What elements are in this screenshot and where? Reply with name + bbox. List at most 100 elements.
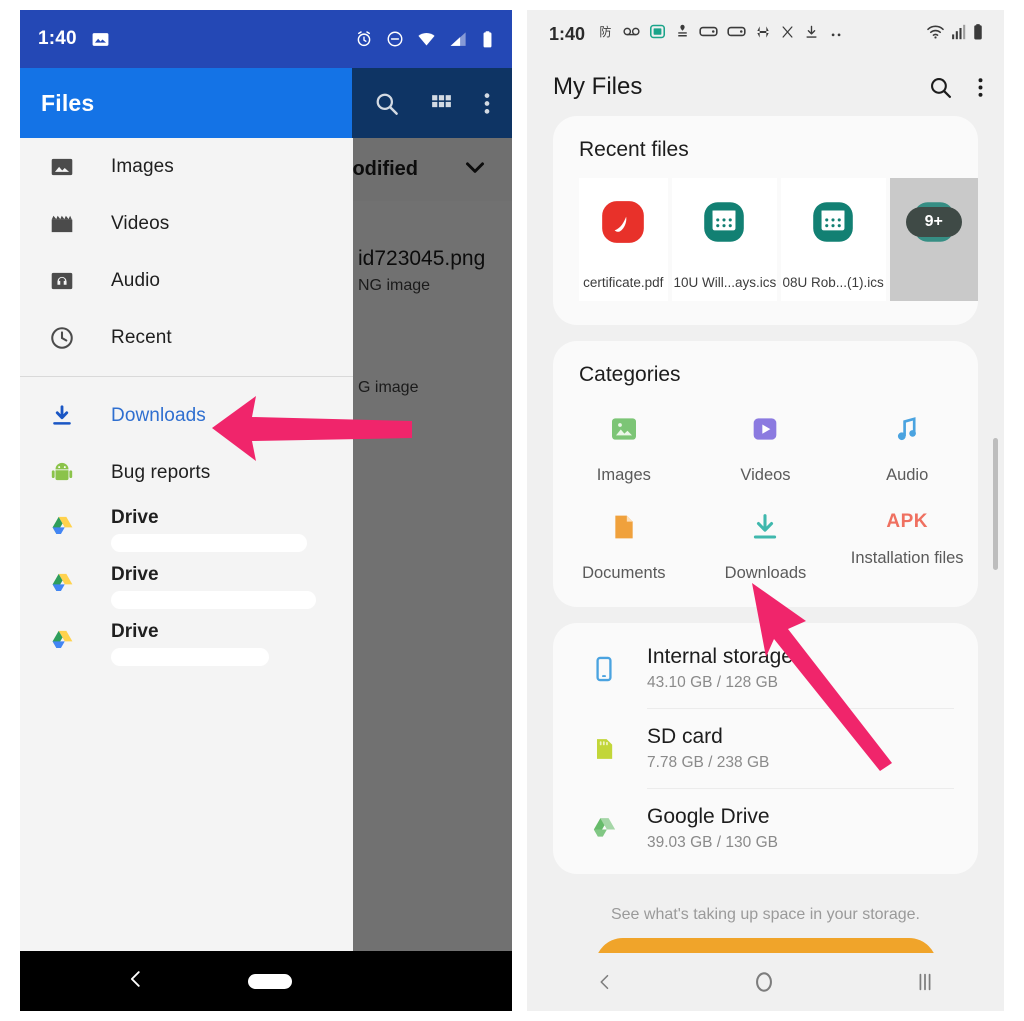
status-time: 1:40 bbox=[38, 28, 77, 50]
storage-note: See what's taking up space in your stora… bbox=[527, 888, 1004, 938]
recents-icon[interactable] bbox=[914, 970, 936, 994]
x-icon bbox=[780, 24, 795, 45]
battery-icon bbox=[972, 23, 984, 46]
category-images[interactable]: Images bbox=[553, 413, 695, 485]
recent-file-name: 10U Will...ays.ics bbox=[672, 266, 777, 301]
recent-file-name: certificate.pdf bbox=[579, 266, 668, 301]
storage-analysis-button[interactable]: Storage analysis bbox=[595, 938, 937, 953]
do-not-disturb-icon bbox=[386, 30, 404, 48]
scrollbar-thumb[interactable] bbox=[993, 438, 998, 570]
google-drive-icon bbox=[583, 814, 625, 843]
navigation-drawer: Images Videos Audio Recent bbox=[20, 138, 353, 951]
voicemail-icon bbox=[623, 25, 640, 43]
sidebar-item-label: Images bbox=[111, 156, 174, 178]
category-documents[interactable]: Documents bbox=[553, 511, 695, 583]
sidebar-item-bug-reports[interactable]: Bug reports bbox=[20, 444, 353, 501]
category-installation-files[interactable]: APK Installation files bbox=[836, 511, 978, 583]
categories-grid: Images Videos Audio bbox=[553, 403, 978, 607]
status-time: 1:40 bbox=[549, 24, 585, 45]
category-label: Downloads bbox=[725, 564, 807, 583]
video-category-icon bbox=[749, 413, 781, 450]
category-videos[interactable]: Videos bbox=[695, 413, 837, 485]
apk-icon: APK bbox=[886, 511, 928, 533]
left-status-bar: 1:40 bbox=[20, 10, 512, 68]
storage-name: Internal storage bbox=[647, 645, 793, 669]
calendar-file-icon bbox=[672, 178, 777, 266]
category-label: Installation files bbox=[851, 549, 964, 568]
phone-icon bbox=[583, 655, 625, 683]
download-icon bbox=[42, 403, 82, 429]
back-icon[interactable] bbox=[125, 966, 147, 997]
recent-file-tile[interactable]: certificate.pdf bbox=[579, 178, 668, 301]
redacted-account-bar bbox=[111, 648, 269, 666]
wifi-icon bbox=[417, 30, 436, 49]
calendar-file-icon bbox=[781, 178, 886, 266]
calendar-file-icon: 9+ bbox=[890, 178, 979, 266]
google-drive-icon bbox=[42, 564, 82, 597]
sidebar-item-drive[interactable]: Drive bbox=[20, 501, 353, 558]
battery-icon bbox=[481, 30, 494, 49]
overflow-menu-icon[interactable] bbox=[483, 90, 491, 117]
storage-name: Google Drive bbox=[647, 805, 778, 829]
status-system-icons bbox=[926, 23, 984, 46]
sidebar-item-label: Drive bbox=[111, 621, 159, 642]
right-status-bar: 1:40 防 bbox=[527, 10, 1004, 58]
sd-card-icon bbox=[583, 735, 625, 763]
storage-row-sd-card[interactable]: SD card 7.78 GB / 238 GB bbox=[553, 709, 978, 788]
category-downloads[interactable]: Downloads bbox=[695, 511, 837, 583]
back-icon[interactable] bbox=[595, 970, 615, 994]
home-pill-icon[interactable] bbox=[248, 974, 292, 989]
right-app-bar: My Files bbox=[527, 58, 1004, 116]
sidebar-item-downloads[interactable]: Downloads bbox=[20, 387, 353, 444]
search-icon[interactable] bbox=[373, 90, 400, 117]
storage-row-internal[interactable]: Internal storage 43.10 GB / 128 GB bbox=[553, 629, 978, 708]
search-icon[interactable] bbox=[928, 75, 953, 100]
status-notification-icons bbox=[91, 30, 110, 49]
category-label: Audio bbox=[886, 466, 928, 485]
sidebar-item-audio[interactable]: Audio bbox=[20, 252, 353, 309]
download-icon bbox=[804, 24, 819, 45]
sidebar-item-drive[interactable]: Drive bbox=[20, 558, 353, 615]
recent-files-strip: certificate.pdf 10U Will...ays.ics 08U R… bbox=[553, 178, 978, 321]
grid-view-icon[interactable] bbox=[429, 91, 454, 116]
sidebar-item-label: Audio bbox=[111, 270, 160, 292]
storage-analysis-button-clip: Storage analysis bbox=[553, 938, 978, 953]
recent-file-tile[interactable]: 10U Will...ays.ics bbox=[672, 178, 777, 301]
app-bar-actions bbox=[352, 68, 512, 138]
right-navigation-bar bbox=[527, 953, 1004, 1011]
sidebar-item-images[interactable]: Images bbox=[20, 138, 353, 195]
home-circle-icon[interactable] bbox=[751, 969, 777, 995]
recent-file-name: 08U Rob...(1).ics bbox=[781, 266, 886, 301]
left-app-bar: Files bbox=[20, 68, 512, 138]
recent-files-title: Recent files bbox=[553, 134, 978, 178]
document-category-icon bbox=[608, 511, 640, 548]
overflow-menu-icon[interactable] bbox=[977, 75, 984, 100]
status-system-icons bbox=[355, 30, 494, 49]
right-phone-screenshot: 1:40 防 bbox=[527, 10, 1004, 1011]
drawer-scrim[interactable] bbox=[353, 138, 512, 951]
screenshot-root: 1:40 bbox=[0, 0, 1024, 1021]
sidebar-item-videos[interactable]: Videos bbox=[20, 195, 353, 252]
signal-icon bbox=[951, 24, 966, 45]
sidebar-item-drive[interactable]: Drive bbox=[20, 615, 353, 672]
sidebar-item-label: Bug reports bbox=[111, 462, 210, 484]
storage-row-google-drive[interactable]: Google Drive 39.03 GB / 130 GB bbox=[553, 789, 978, 868]
storage-usage: 43.10 GB / 128 GB bbox=[647, 674, 793, 692]
recent-file-tile-more[interactable]: 9+ bbox=[890, 178, 979, 301]
more-dots-icon bbox=[828, 25, 845, 43]
category-audio[interactable]: Audio bbox=[836, 413, 978, 485]
page-title: My Files bbox=[553, 73, 642, 101]
sidebar-item-recent[interactable]: Recent bbox=[20, 309, 353, 366]
storage-usage: 7.78 GB / 238 GB bbox=[647, 754, 769, 772]
download-manager-icon bbox=[675, 23, 690, 45]
image-icon bbox=[42, 154, 82, 180]
redacted-account-bar bbox=[111, 591, 316, 609]
download-category-icon bbox=[749, 511, 781, 548]
more-count-badge: 9+ bbox=[906, 207, 962, 237]
signal-icon bbox=[449, 30, 468, 49]
recent-file-tile[interactable]: 08U Rob...(1).ics bbox=[781, 178, 886, 301]
svg-text:防: 防 bbox=[599, 24, 611, 39]
app-title: Files bbox=[20, 90, 94, 117]
audio-note-icon bbox=[891, 413, 923, 450]
right-content-scroll[interactable]: Recent files certificate.pdf 10U Will...… bbox=[527, 116, 1004, 953]
